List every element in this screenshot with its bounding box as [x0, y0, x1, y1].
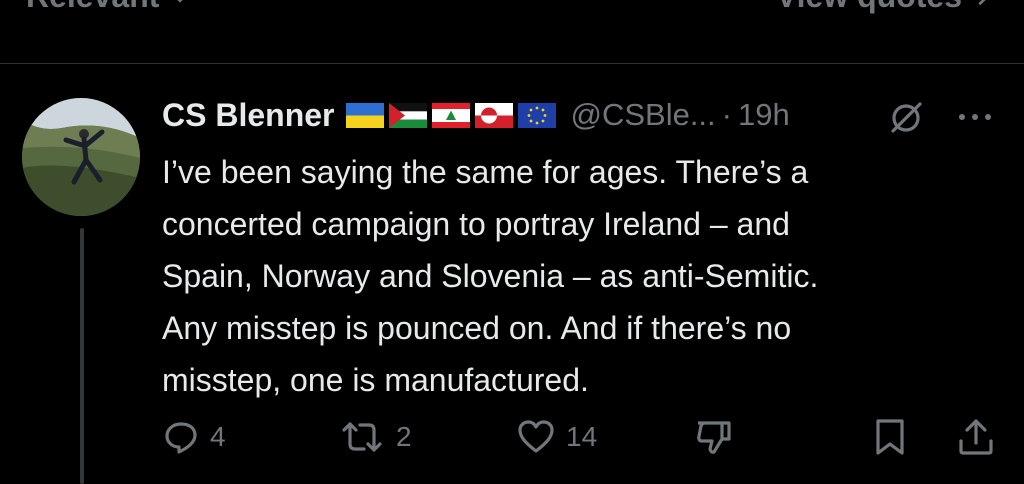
replies-header: Relevant View quotes	[0, 0, 1024, 64]
display-name[interactable]: CS Blenner	[162, 97, 334, 134]
avatar[interactable]	[22, 98, 140, 216]
view-quotes-link[interactable]: View quotes	[776, 0, 994, 15]
like-count: 14	[566, 421, 598, 452]
separator-dot: ·	[721, 97, 732, 132]
tweet-text-line: concerted campaign to portray Ireland – …	[162, 206, 790, 242]
ukraine-flag-icon	[346, 102, 385, 128]
eu-flag-icon	[518, 102, 557, 128]
flag-emojis	[346, 102, 557, 128]
tweet-text: I’ve been saying the same for ages. Ther…	[162, 146, 992, 406]
reply-button[interactable]: 4	[162, 414, 226, 460]
chevron-right-icon	[978, 0, 986, 5]
grok-button[interactable]	[884, 96, 930, 138]
more-dots-icon	[959, 114, 991, 120]
share-icon	[959, 419, 993, 455]
tweet-text-line: I’ve been saying the same for ages. Ther…	[162, 154, 809, 190]
tweet-text-line: Spain, Norway and Slovenia – as anti-Sem…	[162, 258, 819, 294]
reply-count: 4	[210, 421, 226, 452]
grok-icon	[891, 102, 922, 133]
view-quotes-label: View quotes	[776, 0, 962, 15]
tweet-actions: 4 2 14	[162, 414, 1002, 460]
repost-button[interactable]: 2	[338, 414, 412, 460]
tweet-text-line: Any misstep is pounced on. And if there’…	[162, 310, 792, 346]
lebanon-flag-icon	[432, 102, 471, 128]
sort-dropdown[interactable]: Relevant	[26, 0, 191, 15]
timestamp[interactable]: 19h	[738, 97, 790, 133]
tweet-header: CS Blenner @CSBle... · 19h	[162, 92, 790, 138]
greenland-flag-icon	[475, 102, 514, 128]
tweet-text-line: misstep, one is manufactured.	[162, 362, 589, 398]
share-button[interactable]	[956, 414, 996, 460]
thumbs-down-icon	[697, 421, 731, 454]
thread-line	[80, 228, 84, 484]
chevron-down-icon	[178, 0, 183, 3]
more-options-button[interactable]	[952, 96, 998, 138]
bookmark-button[interactable]	[872, 414, 908, 460]
like-button[interactable]: 14	[516, 414, 597, 460]
repost-icon	[342, 422, 382, 452]
reply-icon	[165, 422, 197, 454]
bookmark-icon	[876, 419, 904, 455]
heart-icon	[518, 420, 554, 453]
palestine-flag-icon	[389, 102, 428, 128]
sort-label: Relevant	[26, 0, 159, 15]
repost-count: 2	[396, 421, 412, 452]
downvote-button[interactable]	[694, 414, 734, 460]
handle[interactable]: @CSBle...	[570, 97, 715, 133]
